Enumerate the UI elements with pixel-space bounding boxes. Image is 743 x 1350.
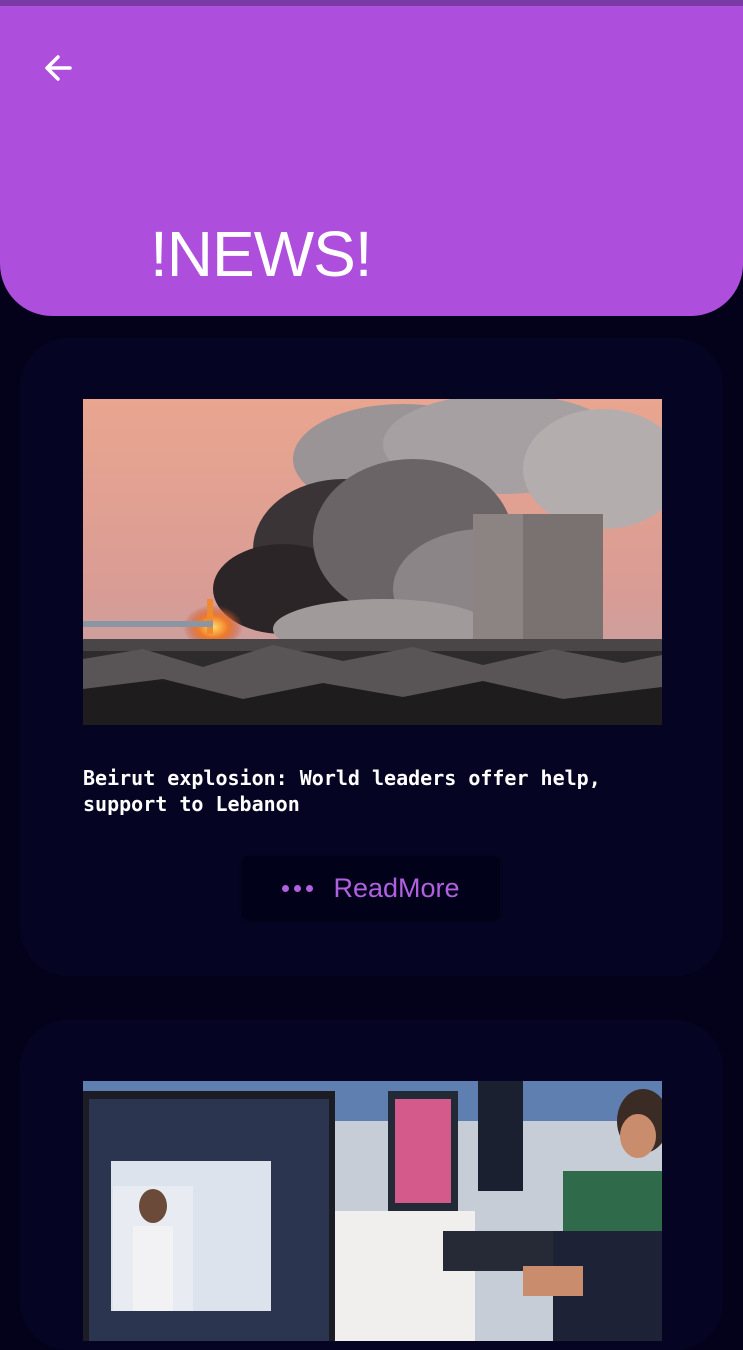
page-title: !NEWS! <box>150 218 373 290</box>
news-image[interactable] <box>83 1081 662 1341</box>
arrow-left-icon <box>45 55 72 81</box>
more-dots-icon <box>282 884 314 892</box>
back-button[interactable] <box>36 46 80 90</box>
read-more-button[interactable]: ReadMore <box>242 856 500 920</box>
news-card <box>20 1020 723 1350</box>
office-photo <box>83 1081 662 1341</box>
app-header: !NEWS! <box>0 6 743 316</box>
news-headline[interactable]: Beirut explosion: World leaders offer he… <box>83 765 663 817</box>
news-card: Beirut explosion: World leaders offer he… <box>20 338 723 976</box>
read-more-label: ReadMore <box>333 872 460 903</box>
news-image[interactable] <box>83 399 662 725</box>
explosion-photo <box>83 399 662 725</box>
